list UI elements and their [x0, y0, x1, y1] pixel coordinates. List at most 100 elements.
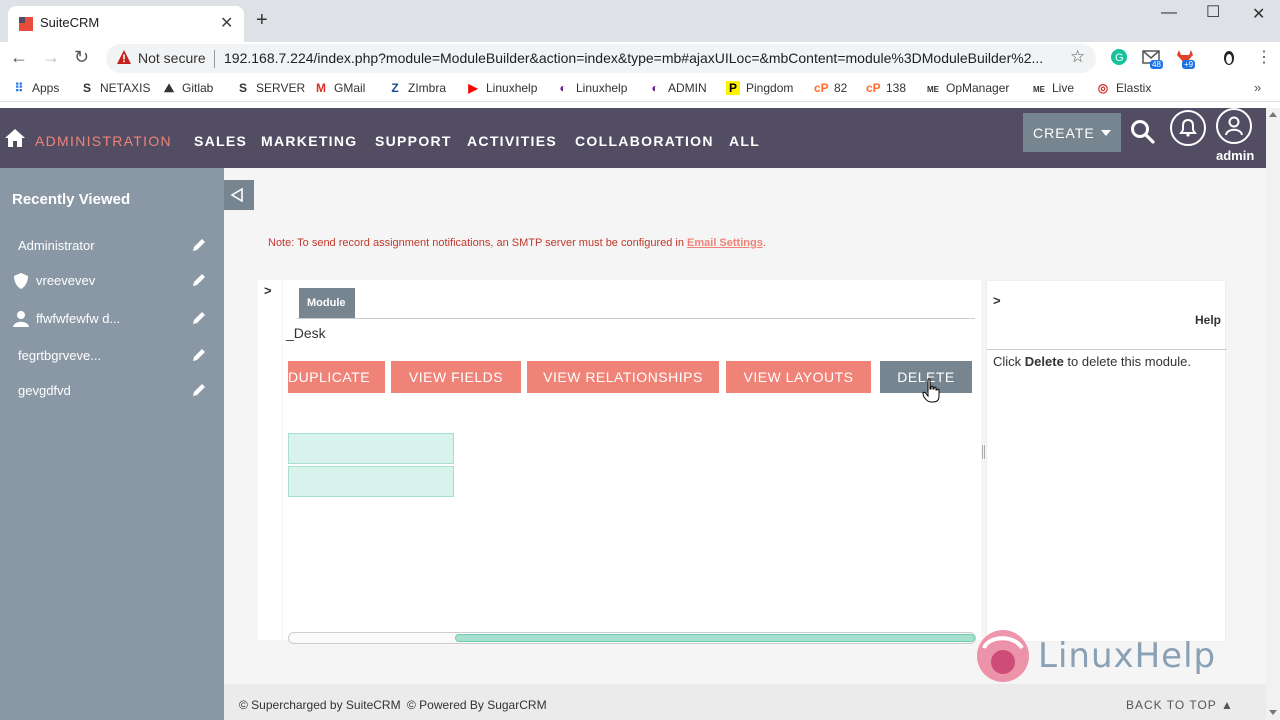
bookmark-linuxhelp[interactable]: ◐ Linuxhelp — [556, 81, 627, 95]
search-icon[interactable] — [1130, 119, 1156, 145]
sidebar-item-ffwfwfewfw[interactable]: ffwfwfewfw d... — [0, 304, 224, 334]
notifications-button[interactable] — [1170, 110, 1206, 146]
address-bar[interactable]: Not secure 192.168.7.224/index.php?modul… — [106, 44, 1096, 73]
pencil-icon[interactable] — [191, 237, 207, 253]
panel-resize-handle[interactable] — [982, 445, 985, 459]
home-icon[interactable] — [4, 128, 26, 148]
pencil-icon[interactable] — [191, 310, 207, 326]
nav-support[interactable]: SUPPORT — [375, 133, 452, 149]
bookmark-admin[interactable]: ◐ ADMIN — [648, 81, 706, 95]
bookmark-gitlab[interactable]: ⛰ Gitlab — [162, 81, 213, 96]
scrollbar-thumb[interactable] — [455, 634, 975, 642]
sidebar-item-vreevevev[interactable]: vreevevev — [0, 266, 224, 296]
module-tab[interactable]: Module — [299, 288, 355, 318]
bookmark-netaxis[interactable]: S NETAXIS — [80, 81, 150, 95]
minimize-icon[interactable]: — — [1161, 4, 1177, 22]
bookmark-zimbra[interactable]: Z ZImbra — [388, 81, 446, 95]
horizontal-scrollbar[interactable] — [288, 632, 976, 644]
help-expand-chevron-icon[interactable]: > — [993, 293, 1001, 308]
close-window-icon[interactable]: ✕ — [1252, 4, 1265, 24]
view-layouts-button[interactable]: VIEW LAYOUTS — [726, 361, 871, 393]
help-panel: > Help Click Delete to delete this modul… — [986, 280, 1227, 643]
crm-top-nav: ADMINISTRATION SALES MARKETING SUPPORT A… — [0, 108, 1266, 168]
gitlab-badge: +9 — [1182, 60, 1196, 69]
bookmark-live[interactable]: ME Live — [1032, 81, 1074, 95]
scroll-up-icon[interactable] — [1269, 112, 1277, 117]
nav-collaboration[interactable]: COLLABORATION — [575, 133, 714, 149]
create-label: CREATE — [1033, 125, 1095, 141]
bookmark-server[interactable]: S SERVER — [236, 81, 305, 95]
forward-icon[interactable]: → — [42, 47, 60, 68]
not-secure-label: Not secure — [138, 50, 206, 66]
suitecrm-favicon-icon — [19, 17, 33, 31]
user-menu-button[interactable] — [1216, 108, 1252, 144]
bookmark-star-icon[interactable]: ☆ — [1070, 47, 1085, 67]
footer: © Supercharged by SuiteCRM © Powered By … — [224, 684, 1266, 720]
browser-tab[interactable]: SuiteCRM ✕ — [8, 6, 244, 42]
view-fields-button[interactable]: VIEW FIELDS — [391, 361, 521, 393]
new-tab-icon[interactable]: + — [256, 9, 268, 32]
pencil-icon[interactable] — [191, 382, 207, 398]
scroll-down-icon[interactable] — [1269, 710, 1277, 715]
opmanager-icon: ME — [927, 85, 939, 94]
bookmark-elastix[interactable]: ◎ Elastix — [1096, 81, 1152, 95]
nav-sales[interactable]: SALES — [194, 133, 247, 149]
help-title: Help — [1195, 313, 1222, 327]
footer-powered[interactable]: © Powered By SugarCRM — [407, 698, 547, 712]
sidebar-item-gevgdfvd[interactable]: gevgdfvd — [0, 376, 224, 406]
bookmark-pingdom[interactable]: P Pingdom — [726, 81, 793, 95]
browser-menu-icon[interactable]: ⋮ — [1256, 47, 1272, 67]
back-to-top-link[interactable]: BACK TO TOP ▲ — [1126, 698, 1234, 712]
bookmark-138[interactable]: cP 138 — [866, 81, 906, 95]
cpanel-icon: cP — [866, 81, 881, 95]
page-scrollbar[interactable] — [1266, 108, 1280, 720]
field-row[interactable] — [288, 466, 454, 497]
mail-badge: 48 — [1150, 60, 1163, 69]
sidebar-collapse-button[interactable] — [224, 180, 254, 210]
grammarly-extension-icon[interactable]: G — [1110, 48, 1128, 66]
admin-icon: ◐ — [651, 81, 659, 95]
help-body: Click Delete to delete this module. — [987, 349, 1227, 643]
browser-tabstrip: SuiteCRM ✕ + — ☐ ✕ — [0, 0, 1280, 42]
bookmark-82[interactable]: cP 82 — [814, 81, 847, 95]
tab-close-icon[interactable]: ✕ — [220, 13, 233, 33]
field-row[interactable] — [288, 433, 454, 464]
duplicate-button[interactable]: DUPLICATE — [288, 361, 385, 393]
bookmark-linuxhelp-youtube[interactable]: ▶ Linuxhelp — [466, 81, 537, 95]
create-button[interactable]: CREATE — [1023, 113, 1121, 152]
nav-activities[interactable]: ACTIVITIES — [467, 133, 557, 149]
nav-marketing[interactable]: MARKETING — [261, 133, 357, 149]
reload-icon[interactable]: ↻ — [74, 47, 89, 68]
svg-text:G: G — [1115, 52, 1124, 64]
omnibox-separator — [214, 50, 215, 68]
bookmarks-overflow-icon[interactable]: » — [1254, 80, 1261, 95]
view-relationships-button[interactable]: VIEW RELATIONSHIPS — [527, 361, 719, 393]
footer-supercharged[interactable]: © Supercharged by SuiteCRM — [239, 698, 401, 712]
url-text[interactable]: 192.168.7.224/index.php?module=ModuleBui… — [224, 50, 1054, 66]
note-text: Note: To send record assignment notifica… — [268, 237, 688, 249]
bookmark-apps[interactable]: ⠿ Apps — [12, 81, 60, 95]
email-settings-link[interactable]: Email Settings — [687, 237, 763, 249]
maximize-icon[interactable]: ☐ — [1206, 2, 1220, 22]
pencil-icon[interactable] — [191, 272, 207, 288]
bookmark-opmanager[interactable]: ME OpManager — [926, 81, 1009, 95]
warning-icon — [117, 50, 131, 64]
sidebar-item-administrator[interactable]: Administrator — [0, 231, 224, 261]
nav-all[interactable]: ALL — [729, 133, 760, 149]
hand-cursor-icon — [922, 378, 940, 403]
gitlab-icon: ⛰ — [163, 81, 175, 95]
back-icon[interactable]: ← — [10, 47, 28, 68]
pencil-icon[interactable] — [191, 347, 207, 363]
bookmark-gmail[interactable]: M GMail — [314, 81, 365, 95]
tab-title: SuiteCRM — [40, 15, 100, 30]
tab-divider — [297, 318, 975, 319]
user-name[interactable]: admin — [1216, 148, 1254, 163]
caret-up-icon: ▲ — [1220, 698, 1234, 712]
shield-icon — [14, 273, 28, 289]
sidebar-item-fegrtbgrveve[interactable]: fegrtbgrveve... — [0, 341, 224, 371]
left-collapsed-panel[interactable]: > — [258, 280, 282, 640]
profile-penguin-icon[interactable] — [1220, 48, 1238, 66]
nav-administration[interactable]: ADMINISTRATION — [35, 133, 172, 149]
expand-chevron-icon[interactable]: > — [264, 283, 272, 298]
sidebar-title: Recently Viewed — [12, 191, 131, 208]
